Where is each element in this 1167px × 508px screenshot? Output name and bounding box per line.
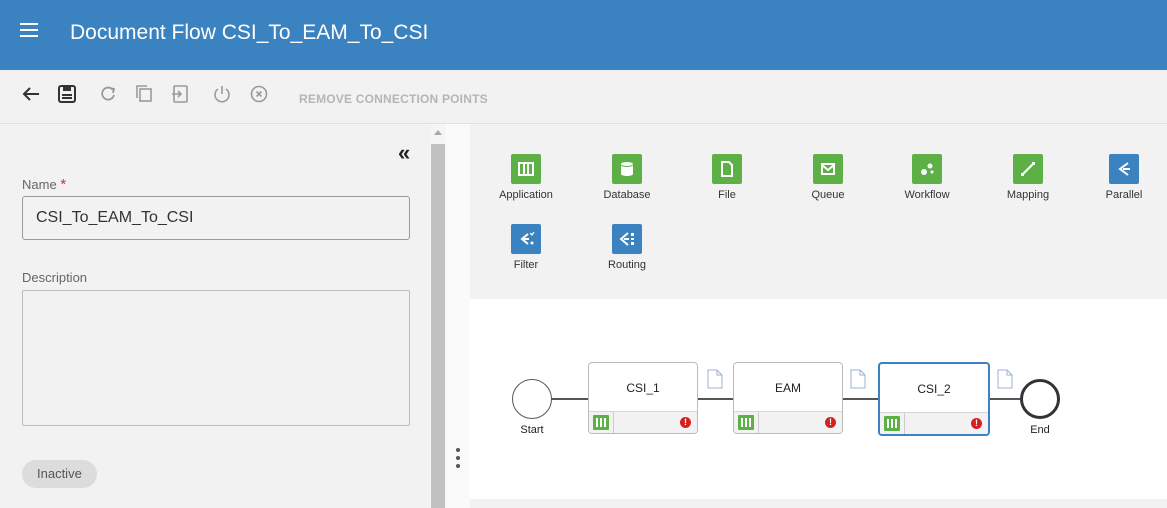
queue-icon xyxy=(813,154,843,184)
component-palette: Application Database File Queue Workflow… xyxy=(470,124,1167,299)
panel-scrollbar[interactable] xyxy=(430,124,446,508)
divider xyxy=(613,412,614,433)
palette-label: Routing xyxy=(608,259,646,271)
palette-label: Workflow xyxy=(904,189,950,201)
remove-connection-points-button[interactable]: REMOVE CONNECTION POINTS xyxy=(299,92,488,106)
error-icon[interactable]: ! xyxy=(825,417,836,428)
refresh-icon[interactable] xyxy=(95,81,121,107)
routing-icon xyxy=(612,224,642,254)
workflow-icon xyxy=(912,154,942,184)
import-icon[interactable] xyxy=(167,81,193,107)
connector-line xyxy=(843,398,878,400)
palette-label: File xyxy=(718,189,736,201)
copy-icon[interactable] xyxy=(131,81,157,107)
start-node[interactable] xyxy=(512,379,552,419)
name-input[interactable]: CSI_To_EAM_To_CSI xyxy=(22,196,410,240)
divider xyxy=(904,413,905,434)
node-title: CSI_2 xyxy=(917,382,951,396)
divider xyxy=(758,412,759,433)
flow-designer: Application Database File Queue Workflow… xyxy=(470,124,1167,508)
file-icon xyxy=(712,154,742,184)
name-label: Name * xyxy=(22,176,66,193)
connector-line xyxy=(698,398,733,400)
name-label-text: Name xyxy=(22,177,57,192)
properties-panel: « Name * CSI_To_EAM_To_CSI Description I… xyxy=(0,124,430,508)
application-icon xyxy=(738,415,754,430)
connector-line xyxy=(551,398,588,400)
document-icon[interactable] xyxy=(707,369,723,389)
required-marker: * xyxy=(60,176,67,193)
mapping-icon xyxy=(1013,154,1043,184)
application-icon xyxy=(511,154,541,184)
palette-label: Filter xyxy=(513,259,539,271)
palette-item-filter[interactable]: Filter xyxy=(481,224,571,271)
palette-item-workflow[interactable]: Workflow xyxy=(882,154,972,201)
palette-label: Database xyxy=(603,189,651,201)
canvas-footer xyxy=(470,499,1167,508)
palette-label: Parallel xyxy=(1105,189,1143,201)
palette-item-mapping[interactable]: Mapping xyxy=(983,154,1073,201)
collapse-panel-icon[interactable]: « xyxy=(398,142,410,164)
application-icon xyxy=(593,415,609,430)
node-footer: ! xyxy=(880,412,988,434)
power-icon[interactable] xyxy=(209,81,235,107)
flow-node-eam[interactable]: EAM ! xyxy=(733,362,843,434)
document-icon[interactable] xyxy=(997,369,1013,389)
database-icon xyxy=(612,154,642,184)
palette-label: Queue xyxy=(811,189,845,201)
hamburger-menu-icon[interactable] xyxy=(20,23,38,39)
node-title: CSI_1 xyxy=(626,381,660,395)
node-title: EAM xyxy=(774,381,801,395)
node-footer: ! xyxy=(589,411,697,433)
document-icon[interactable] xyxy=(850,369,866,389)
drag-handle-icon[interactable] xyxy=(456,448,460,472)
scroll-up-icon[interactable] xyxy=(434,130,442,135)
palette-item-parallel[interactable]: Parallel xyxy=(1079,154,1167,201)
app-header: Document Flow CSI_To_EAM_To_CSI xyxy=(0,0,1167,70)
palette-item-file[interactable]: File xyxy=(682,154,772,201)
error-icon[interactable]: ! xyxy=(971,418,982,429)
palette-item-database[interactable]: Database xyxy=(582,154,672,201)
description-label: Description xyxy=(22,270,88,285)
start-label: Start xyxy=(520,424,544,436)
palette-label: Mapping xyxy=(1006,189,1050,201)
palette-item-application[interactable]: Application xyxy=(481,154,571,201)
cancel-circle-icon[interactable] xyxy=(246,81,272,107)
scroll-thumb[interactable] xyxy=(431,144,445,508)
description-textarea[interactable] xyxy=(22,290,410,426)
palette-label: Application xyxy=(499,189,553,201)
palette-item-queue[interactable]: Queue xyxy=(783,154,873,201)
panel-splitter[interactable] xyxy=(446,124,470,508)
node-footer: ! xyxy=(734,411,842,433)
back-arrow-icon[interactable] xyxy=(18,81,44,107)
toolbar: REMOVE CONNECTION POINTS xyxy=(0,70,1167,124)
connector-line xyxy=(990,398,1020,400)
flow-node-csi-2[interactable]: CSI_2 ! xyxy=(878,362,990,436)
end-node[interactable] xyxy=(1020,379,1060,419)
palette-item-routing[interactable]: Routing xyxy=(582,224,672,271)
save-icon[interactable] xyxy=(54,81,80,107)
error-icon[interactable]: ! xyxy=(680,417,691,428)
end-label: End xyxy=(1030,424,1050,436)
application-icon xyxy=(884,416,900,431)
page-title: Document Flow CSI_To_EAM_To_CSI xyxy=(70,21,429,44)
flow-canvas[interactable]: Start CSI_1 ! EAM ! CSI_2 ! End xyxy=(470,299,1167,499)
parallel-icon xyxy=(1109,154,1139,184)
filter-icon xyxy=(511,224,541,254)
flow-node-csi-1[interactable]: CSI_1 ! xyxy=(588,362,698,434)
status-badge: Inactive xyxy=(22,460,97,488)
